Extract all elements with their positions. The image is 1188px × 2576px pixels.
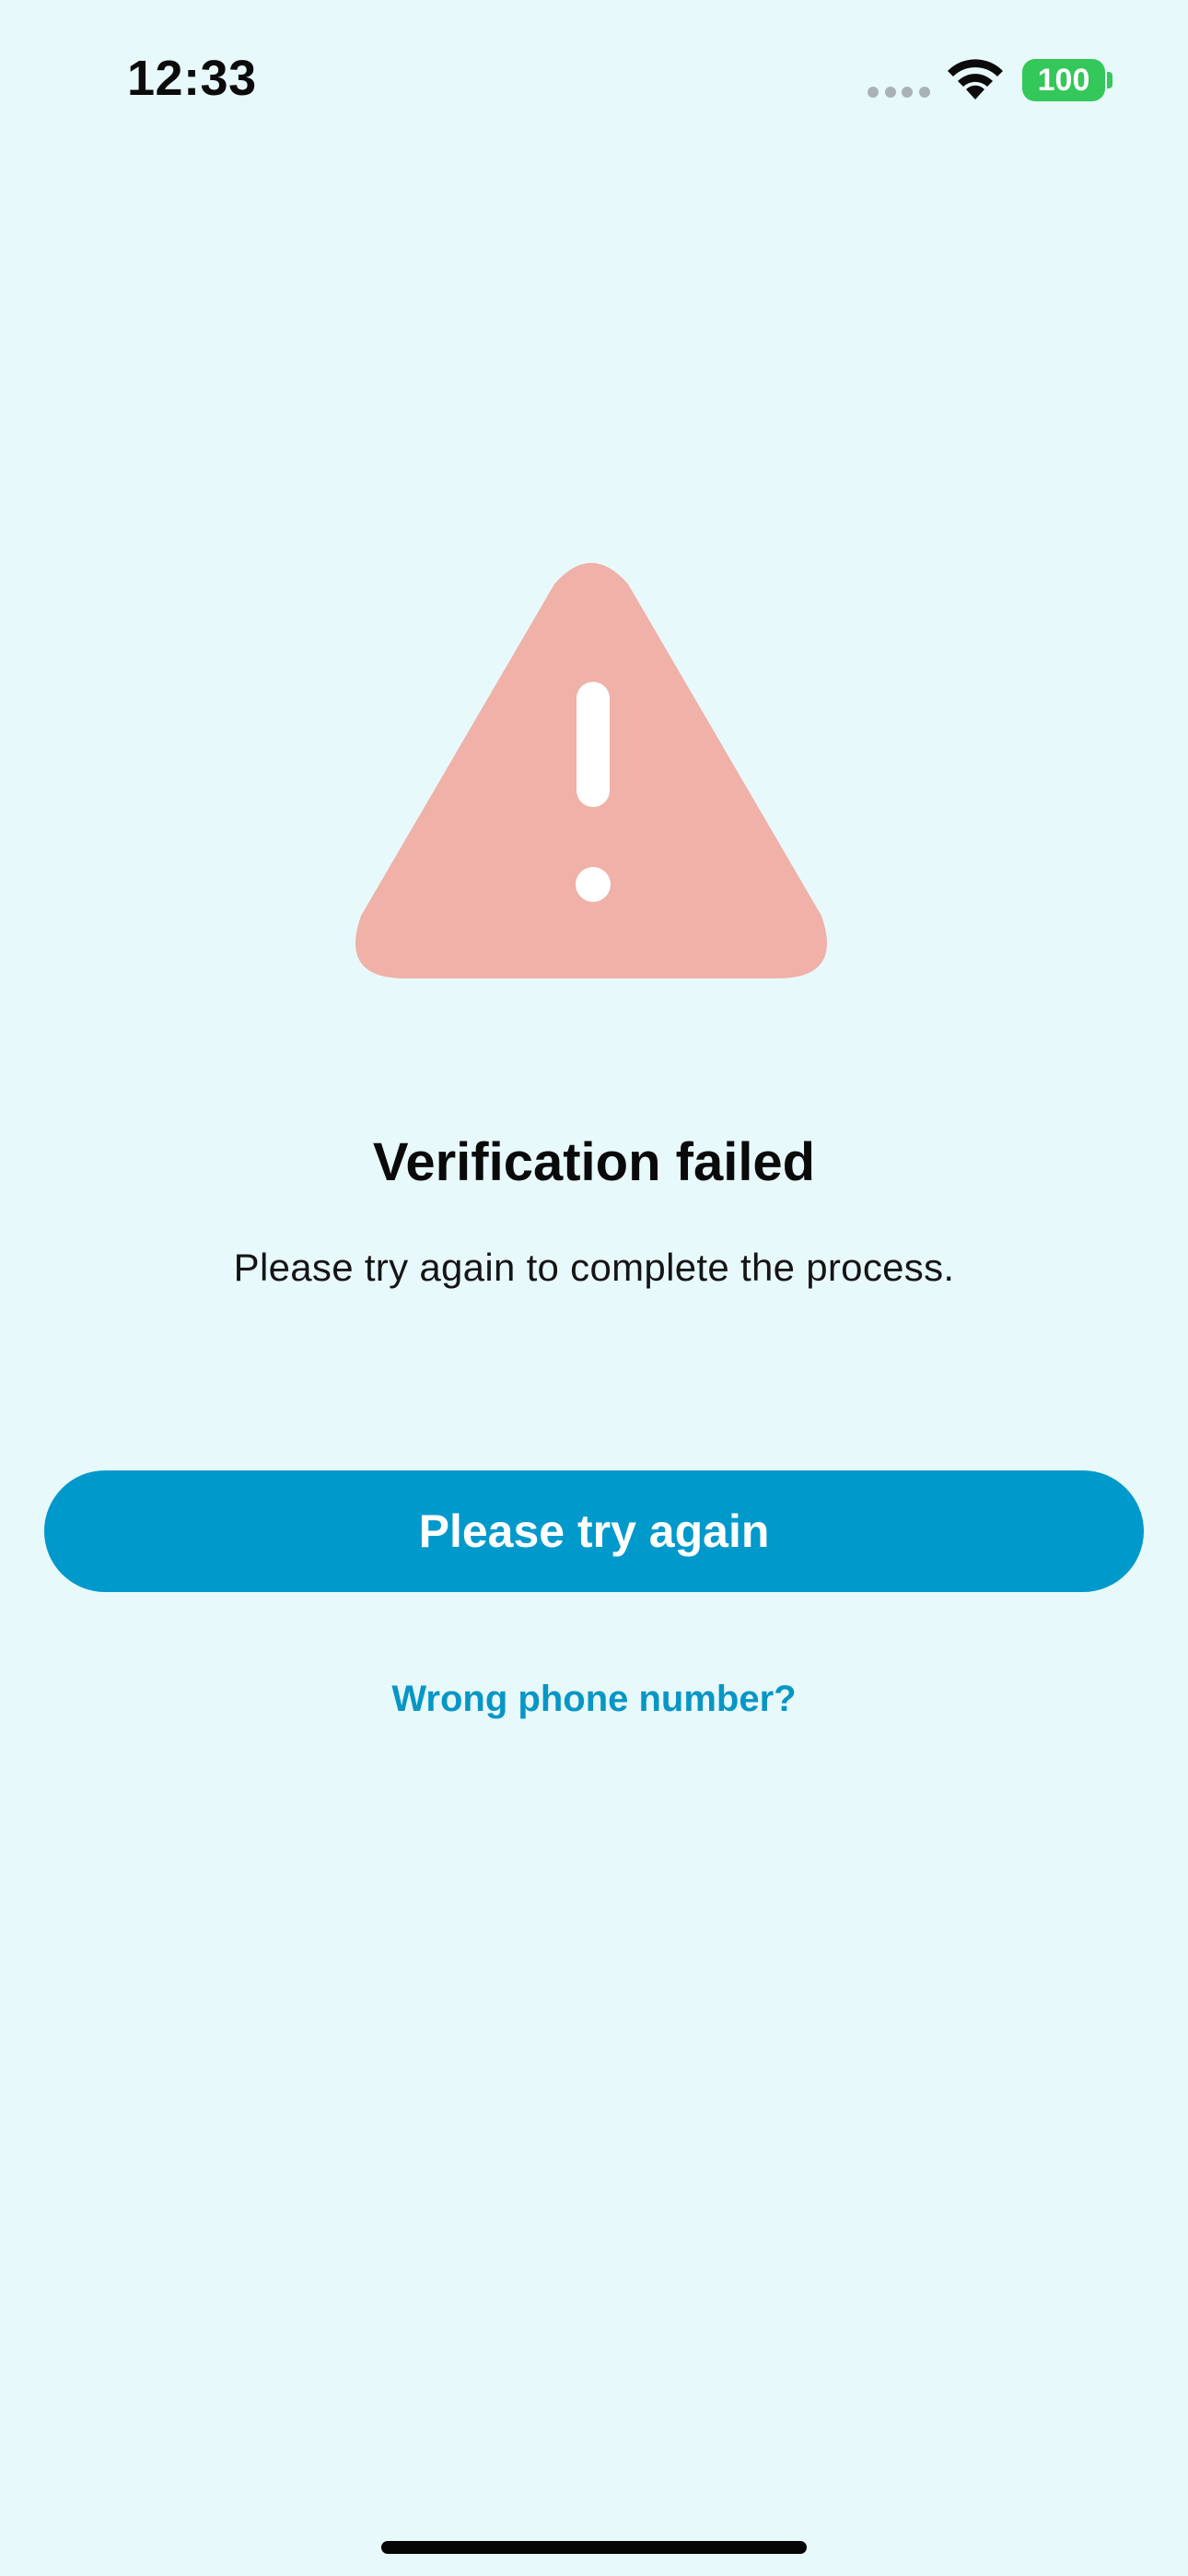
battery-indicator: 100 (1022, 59, 1105, 101)
warning-triangle-icon (355, 563, 827, 978)
page-title: Verification failed (372, 1132, 816, 1192)
try-again-button[interactable]: Please try again (44, 1470, 1144, 1592)
home-indicator[interactable] (381, 2541, 807, 2554)
battery-cap (1107, 72, 1112, 88)
status-bar: 12:33 100 (0, 0, 1188, 157)
battery-level: 100 (1037, 62, 1090, 98)
wifi-icon (948, 59, 1003, 100)
cellular-signal-icon (868, 87, 930, 98)
status-time: 12:33 (127, 51, 257, 106)
wrong-phone-number-link[interactable]: Wrong phone number? (0, 1679, 1188, 1720)
page-subtitle: Please try again to complete the process… (233, 1246, 955, 1289)
